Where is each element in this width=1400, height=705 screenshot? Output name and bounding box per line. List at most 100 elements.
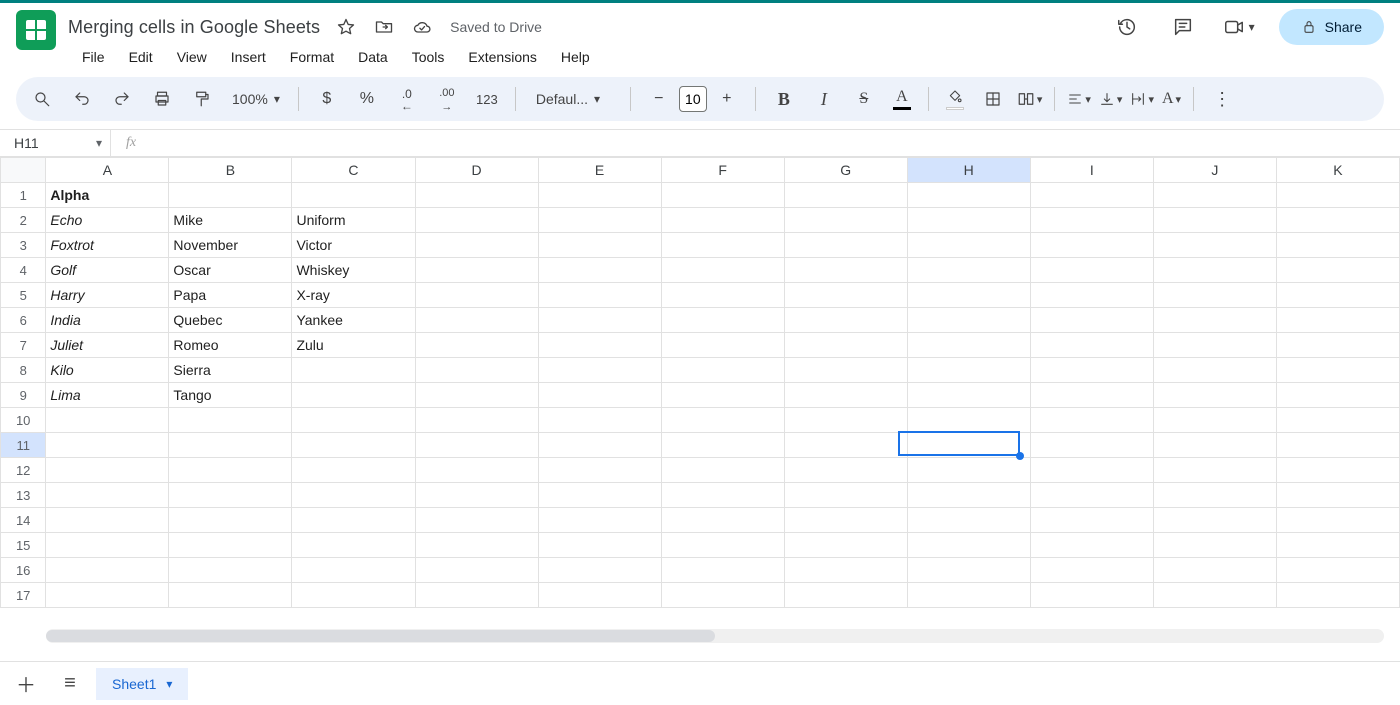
cell-H13[interactable] bbox=[907, 483, 1030, 508]
zoom-select[interactable]: 100% ▾ bbox=[226, 91, 286, 107]
cell-C7[interactable]: Zulu bbox=[292, 333, 415, 358]
merge-cells-button[interactable]: ▾ bbox=[1017, 83, 1043, 115]
cell-C11[interactable] bbox=[292, 433, 415, 458]
horizontal-align-button[interactable]: ▾ bbox=[1067, 83, 1091, 115]
cell-I16[interactable] bbox=[1030, 558, 1153, 583]
cell-H10[interactable] bbox=[907, 408, 1030, 433]
cell-E15[interactable] bbox=[538, 533, 661, 558]
cell-A5[interactable]: Harry bbox=[46, 283, 169, 308]
menu-extensions[interactable]: Extensions bbox=[458, 43, 546, 71]
menu-edit[interactable]: Edit bbox=[119, 43, 163, 71]
cloud-saved-icon[interactable] bbox=[412, 17, 432, 37]
font-size-decrease[interactable]: − bbox=[643, 83, 675, 115]
cell-I10[interactable] bbox=[1030, 408, 1153, 433]
font-size-input[interactable] bbox=[679, 86, 707, 112]
cell-G8[interactable] bbox=[784, 358, 907, 383]
cell-C17[interactable] bbox=[292, 583, 415, 608]
cell-K10[interactable] bbox=[1276, 408, 1399, 433]
cell-D17[interactable] bbox=[415, 583, 538, 608]
sheets-logo-icon[interactable] bbox=[16, 10, 56, 50]
row-header-11[interactable]: 11 bbox=[1, 433, 46, 458]
print-icon[interactable] bbox=[146, 83, 178, 115]
cell-B14[interactable] bbox=[169, 508, 292, 533]
cell-J2[interactable] bbox=[1153, 208, 1276, 233]
name-box[interactable]: H11 ▾ bbox=[0, 135, 110, 151]
cell-E12[interactable] bbox=[538, 458, 661, 483]
cell-A12[interactable] bbox=[46, 458, 169, 483]
cell-I17[interactable] bbox=[1030, 583, 1153, 608]
cell-J6[interactable] bbox=[1153, 308, 1276, 333]
cell-B6[interactable]: Quebec bbox=[169, 308, 292, 333]
more-toolbar-icon[interactable]: ⋮ bbox=[1206, 83, 1238, 115]
cell-B15[interactable] bbox=[169, 533, 292, 558]
cell-K14[interactable] bbox=[1276, 508, 1399, 533]
column-header-G[interactable]: G bbox=[784, 158, 907, 183]
cell-I9[interactable] bbox=[1030, 383, 1153, 408]
cell-G15[interactable] bbox=[784, 533, 907, 558]
row-header-15[interactable]: 15 bbox=[1, 533, 46, 558]
cell-H16[interactable] bbox=[907, 558, 1030, 583]
cell-K16[interactable] bbox=[1276, 558, 1399, 583]
cell-F6[interactable] bbox=[661, 308, 784, 333]
cell-J5[interactable] bbox=[1153, 283, 1276, 308]
cell-B11[interactable] bbox=[169, 433, 292, 458]
cell-G1[interactable] bbox=[784, 183, 907, 208]
cell-H9[interactable] bbox=[907, 383, 1030, 408]
cell-A7[interactable]: Juliet bbox=[46, 333, 169, 358]
row-header-10[interactable]: 10 bbox=[1, 408, 46, 433]
cell-G16[interactable] bbox=[784, 558, 907, 583]
cell-E4[interactable] bbox=[538, 258, 661, 283]
cell-E5[interactable] bbox=[538, 283, 661, 308]
cell-E6[interactable] bbox=[538, 308, 661, 333]
cell-H14[interactable] bbox=[907, 508, 1030, 533]
cell-H12[interactable] bbox=[907, 458, 1030, 483]
cell-F9[interactable] bbox=[661, 383, 784, 408]
cell-G12[interactable] bbox=[784, 458, 907, 483]
search-icon[interactable] bbox=[26, 83, 58, 115]
cell-A14[interactable] bbox=[46, 508, 169, 533]
cell-C5[interactable]: X-ray bbox=[292, 283, 415, 308]
cell-H2[interactable] bbox=[907, 208, 1030, 233]
more-formats-button[interactable]: 123 bbox=[471, 83, 503, 115]
row-header-7[interactable]: 7 bbox=[1, 333, 46, 358]
cell-C15[interactable] bbox=[292, 533, 415, 558]
menu-insert[interactable]: Insert bbox=[221, 43, 276, 71]
cell-F7[interactable] bbox=[661, 333, 784, 358]
menu-tools[interactable]: Tools bbox=[402, 43, 455, 71]
row-header-12[interactable]: 12 bbox=[1, 458, 46, 483]
column-header-K[interactable]: K bbox=[1276, 158, 1399, 183]
cell-K5[interactable] bbox=[1276, 283, 1399, 308]
cell-G4[interactable] bbox=[784, 258, 907, 283]
cell-K3[interactable] bbox=[1276, 233, 1399, 258]
row-header-2[interactable]: 2 bbox=[1, 208, 46, 233]
cell-J15[interactable] bbox=[1153, 533, 1276, 558]
cell-A10[interactable] bbox=[46, 408, 169, 433]
cell-B4[interactable]: Oscar bbox=[169, 258, 292, 283]
cell-C16[interactable] bbox=[292, 558, 415, 583]
cell-A15[interactable] bbox=[46, 533, 169, 558]
cell-J11[interactable] bbox=[1153, 433, 1276, 458]
cell-I12[interactable] bbox=[1030, 458, 1153, 483]
cell-D6[interactable] bbox=[415, 308, 538, 333]
share-button[interactable]: Share bbox=[1279, 9, 1384, 45]
cell-G2[interactable] bbox=[784, 208, 907, 233]
cell-F5[interactable] bbox=[661, 283, 784, 308]
cell-I2[interactable] bbox=[1030, 208, 1153, 233]
cell-I6[interactable] bbox=[1030, 308, 1153, 333]
cell-J1[interactable] bbox=[1153, 183, 1276, 208]
cell-D7[interactable] bbox=[415, 333, 538, 358]
column-header-I[interactable]: I bbox=[1030, 158, 1153, 183]
cell-F2[interactable] bbox=[661, 208, 784, 233]
cell-B5[interactable]: Papa bbox=[169, 283, 292, 308]
cell-B7[interactable]: Romeo bbox=[169, 333, 292, 358]
cell-B8[interactable]: Sierra bbox=[169, 358, 292, 383]
cell-B17[interactable] bbox=[169, 583, 292, 608]
cell-J17[interactable] bbox=[1153, 583, 1276, 608]
column-header-F[interactable]: F bbox=[661, 158, 784, 183]
add-sheet-button[interactable]: ＋ bbox=[8, 666, 44, 702]
cell-E8[interactable] bbox=[538, 358, 661, 383]
cell-B3[interactable]: November bbox=[169, 233, 292, 258]
cell-E11[interactable] bbox=[538, 433, 661, 458]
column-header-D[interactable]: D bbox=[415, 158, 538, 183]
cell-C13[interactable] bbox=[292, 483, 415, 508]
